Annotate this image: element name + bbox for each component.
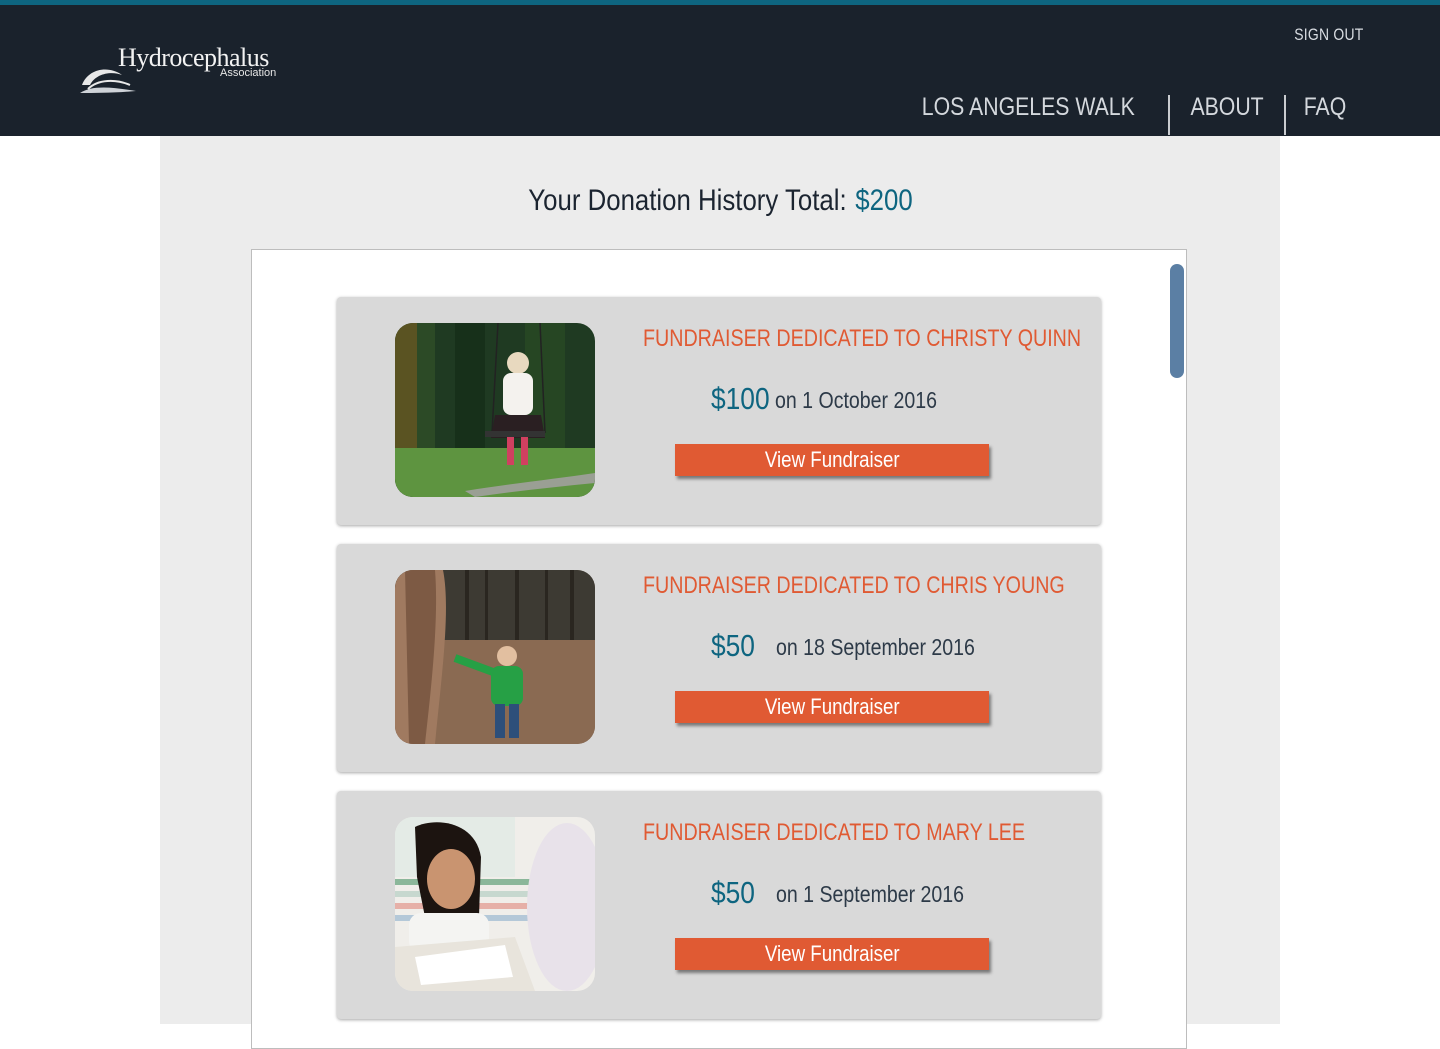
donation-total-label: Your Donation History Total: (527, 184, 847, 217)
nav-item-los-angeles-walk[interactable]: LOS ANGELES WALK (910, 93, 1147, 122)
nav-item-about[interactable]: ABOUT (1178, 93, 1275, 122)
donation-card: FUNDRAISER DEDICATED TO CHRISTY QUINN $1… (337, 297, 1101, 525)
donation-total-heading: Your Donation History Total: $200 (160, 184, 1280, 218)
donation-date: on 18 September 2016 (776, 634, 975, 660)
fundraiser-title: FUNDRAISER DEDICATED TO MARY LEE (643, 819, 1026, 846)
main-nav: LOS ANGELES WALK ABOUT FAQ (889, 93, 1364, 135)
sign-out-link[interactable]: SIGN OUT (1295, 25, 1364, 45)
donation-card: FUNDRAISER DEDICATED TO MARY LEE $50 on … (337, 791, 1101, 1019)
fundraiser-title: FUNDRAISER DEDICATED TO CHRISTY QUINN (643, 325, 1082, 352)
boy-by-tree-photo (395, 570, 595, 744)
donation-date: on 1 September 2016 (776, 881, 965, 907)
donation-card: FUNDRAISER DEDICATED TO CHRIS YOUNG $50 … (337, 544, 1101, 772)
hydrocephalus-logo[interactable]: Hydrocephalus Association (78, 41, 288, 101)
view-fundraiser-button[interactable]: View Fundraiser (675, 691, 989, 723)
girl-studying-photo (395, 817, 595, 991)
scrollbar-thumb[interactable] (1170, 264, 1184, 378)
view-fundraiser-button[interactable]: View Fundraiser (675, 938, 989, 970)
nav-divider (1167, 95, 1170, 135)
donation-date: on 1 October 2016 (775, 387, 937, 413)
view-fundraiser-button[interactable]: View Fundraiser (675, 444, 989, 476)
donation-amount: $50 (711, 875, 755, 910)
donation-total-amount: $200 (854, 184, 913, 217)
donation-amount: $100 (711, 381, 770, 416)
donation-list[interactable]: FUNDRAISER DEDICATED TO CHRISTY QUINN $1… (251, 249, 1187, 1049)
nav-divider (1283, 95, 1286, 135)
site-header: Hydrocephalus Association SIGN OUT LOS A… (0, 5, 1440, 136)
girl-on-swing-photo (395, 323, 595, 497)
donation-history-panel: Your Donation History Total: $200 FUNDRA… (160, 136, 1280, 1049)
fundraiser-title: FUNDRAISER DEDICATED TO CHRIS YOUNG (643, 572, 1065, 599)
logo-subtitle: Association (220, 67, 277, 79)
donation-amount: $50 (711, 628, 755, 663)
nav-item-faq[interactable]: FAQ (1292, 93, 1358, 122)
